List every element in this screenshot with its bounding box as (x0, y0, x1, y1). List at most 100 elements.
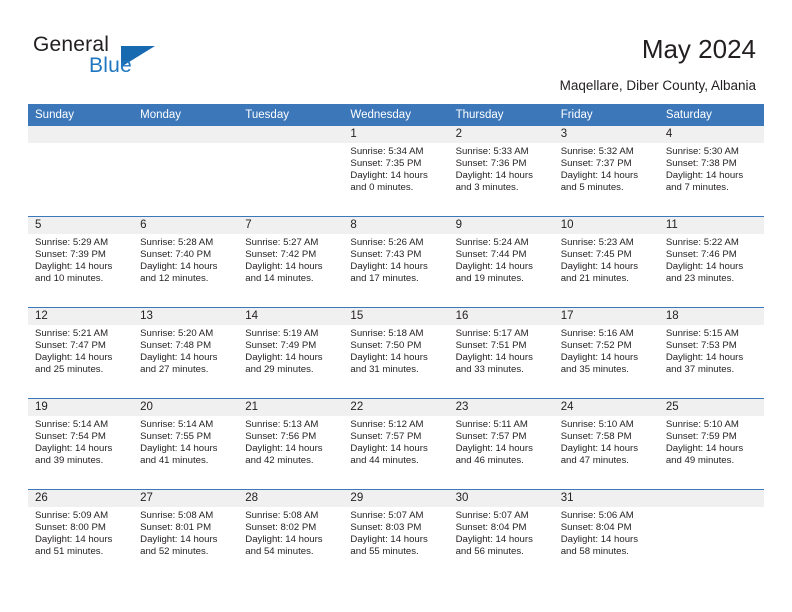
calendar-day-cell[interactable]: 11 Sunrise: 5:22 AM Sunset: 7:46 PM Dayligh… (658, 216, 764, 308)
calendar-day-cell[interactable]: 8 Sunrise: 5:26 AM Sunset: 7:43 PM Daylight… (343, 216, 449, 308)
calendar-day-cell[interactable]: 4 Sunrise: 5:30 AM Sunset: 7:38 PM Daylight… (658, 126, 764, 217)
day-detail-sunrise: Sunrise: 5:20 AM (140, 328, 214, 339)
day-detail-daylight2: and 54 minutes. (245, 546, 314, 558)
day-number: 18 (658, 308, 764, 325)
day-cell-inner: 6 Sunrise: 5:28 AM Sunset: 7:40 PM Daylight… (133, 217, 239, 307)
day-detail-sunset: Sunset: 8:04 PM (560, 522, 632, 534)
day-detail-sunset: Sunset: 7:57 PM (350, 431, 422, 443)
day-details: Sunrise: 5:28 AM Sunset: 7:40 PM Daylight:… (133, 234, 238, 285)
calendar-day-cell[interactable]: 6 Sunrise: 5:28 AM Sunset: 7:40 PM Daylight… (133, 216, 239, 308)
day-cell-inner: 20 Sunrise: 5:14 AM Sunset: 7:55 PM Dayligh… (133, 399, 239, 489)
day-number: 10 (553, 217, 659, 234)
calendar-day-cell[interactable]: 23 Sunrise: 5:11 AM Sunset: 7:57 PM Dayligh… (448, 398, 554, 490)
day-number: 17 (553, 308, 659, 325)
day-number: 28 (238, 490, 344, 507)
day-detail-sunset: Sunset: 7:55 PM (140, 431, 212, 443)
calendar-day-cell[interactable]: 13 Sunrise: 5:20 AM Sunset: 7:48 PM Dayligh… (133, 307, 239, 399)
calendar-day-cell[interactable]: 18 Sunrise: 5:15 AM Sunset: 7:53 PM Dayligh… (658, 307, 764, 399)
calendar-day-cell[interactable]: 1 Sunrise: 5:34 AM Sunset: 7:35 PM Daylight… (343, 126, 449, 217)
day-details: Sunrise: 5:07 AM Sunset: 8:03 PM Daylight:… (343, 507, 448, 558)
day-details: Sunrise: 5:11 AM Sunset: 7:57 PM Daylight:… (449, 416, 554, 467)
day-detail-daylight1: Daylight: 14 hours (35, 261, 113, 273)
day-detail-daylight1: Daylight: 14 hours (560, 352, 639, 364)
day-detail-sunrise: Sunrise: 5:33 AM (455, 146, 529, 157)
day-detail-daylight2: and 7 minutes. (665, 182, 729, 194)
page-subtitle: Maqellare, Diber County, Albania (559, 78, 756, 93)
calendar-day-cell[interactable]: 2 Sunrise: 5:33 AM Sunset: 7:36 PM Daylight… (448, 126, 554, 217)
calendar-day-cell[interactable]: 19 Sunrise: 5:14 AM Sunset: 7:54 PM Dayligh… (28, 398, 134, 490)
page-header: General Blue May 2024 Maqellare, Diber C… (0, 0, 792, 100)
day-cell-inner: 1 Sunrise: 5:34 AM Sunset: 7:35 PM Daylight… (343, 126, 449, 216)
day-detail-sunrise: Sunrise: 5:32 AM (560, 146, 634, 157)
calendar-day-cell[interactable]: 12 Sunrise: 5:21 AM Sunset: 7:47 PM Dayligh… (28, 307, 134, 399)
day-details: Sunrise: 5:10 AM Sunset: 7:58 PM Daylight:… (554, 416, 659, 467)
day-detail-daylight1: Daylight: 14 hours (665, 170, 744, 182)
day-cell-inner: 16 Sunrise: 5:17 AM Sunset: 7:51 PM Dayligh… (448, 308, 554, 398)
calendar-day-cell[interactable]: 25 Sunrise: 5:10 AM Sunset: 7:59 PM Dayligh… (658, 398, 764, 490)
day-number: 19 (28, 399, 134, 416)
calendar-day-cell[interactable]: 10 Sunrise: 5:23 AM Sunset: 7:45 PM Dayligh… (553, 216, 659, 308)
day-cell-inner: 10 Sunrise: 5:23 AM Sunset: 7:45 PM Dayligh… (553, 217, 659, 307)
calendar-day-cell[interactable]: 22 Sunrise: 5:12 AM Sunset: 7:57 PM Dayligh… (343, 398, 449, 490)
day-number: 3 (553, 126, 659, 143)
day-detail-sunrise: Sunrise: 5:22 AM (665, 237, 739, 248)
calendar-day-cell[interactable]: 29 Sunrise: 5:07 AM Sunset: 8:03 PM Dayligh… (343, 489, 449, 580)
day-detail-daylight2: and 58 minutes. (560, 546, 629, 558)
day-number: 1 (343, 126, 449, 143)
day-detail-daylight1: Daylight: 14 hours (245, 534, 323, 546)
calendar-day-cell[interactable]: 15 Sunrise: 5:18 AM Sunset: 7:50 PM Dayligh… (343, 307, 449, 399)
day-details: Sunrise: 5:06 AM Sunset: 8:04 PM Daylight:… (554, 507, 659, 558)
day-number: 22 (343, 399, 449, 416)
day-number: 20 (133, 399, 239, 416)
calendar-day-cell[interactable]: 14 Sunrise: 5:19 AM Sunset: 7:49 PM Dayligh… (238, 307, 344, 399)
weekday-header-tuesday: Tuesday (238, 104, 344, 126)
calendar-day-cell[interactable]: 16 Sunrise: 5:17 AM Sunset: 7:51 PM Dayligh… (448, 307, 554, 399)
calendar-day-cell[interactable]: 9 Sunrise: 5:24 AM Sunset: 7:44 PM Daylight… (448, 216, 554, 308)
calendar-week-row: 5 Sunrise: 5:29 AM Sunset: 7:39 PM Daylight… (28, 216, 764, 308)
day-details: Sunrise: 5:17 AM Sunset: 7:51 PM Daylight:… (449, 325, 554, 376)
day-details: Sunrise: 5:34 AM Sunset: 7:35 PM Daylight:… (343, 143, 448, 194)
day-cell-inner: 9 Sunrise: 5:24 AM Sunset: 7:44 PM Daylight… (448, 217, 554, 307)
day-detail-daylight1: Daylight: 14 hours (35, 352, 113, 364)
general-blue-logo: General Blue (33, 33, 183, 85)
day-detail-daylight2: and 37 minutes. (665, 364, 735, 376)
day-detail-sunset: Sunset: 8:00 PM (35, 522, 106, 534)
day-cell-inner: 31 Sunrise: 5:06 AM Sunset: 8:04 PM Dayligh… (553, 490, 659, 580)
calendar-day-cell[interactable]: 20 Sunrise: 5:14 AM Sunset: 7:55 PM Dayligh… (133, 398, 239, 490)
day-details: Sunrise: 5:23 AM Sunset: 7:45 PM Daylight:… (554, 234, 659, 285)
calendar-day-cell[interactable]: 27 Sunrise: 5:08 AM Sunset: 8:01 PM Dayligh… (133, 489, 239, 580)
day-detail-daylight2: and 39 minutes. (35, 455, 104, 467)
day-detail-daylight1: Daylight: 14 hours (350, 443, 428, 455)
day-detail-daylight2: and 44 minutes. (350, 455, 419, 467)
day-detail-daylight2: and 5 minutes. (560, 182, 624, 194)
day-cell-inner (28, 126, 134, 216)
calendar-day-cell[interactable]: 26 Sunrise: 5:09 AM Sunset: 8:00 PM Dayligh… (28, 489, 134, 580)
day-detail-daylight2: and 12 minutes. (140, 273, 209, 285)
day-detail-sunrise: Sunrise: 5:26 AM (350, 237, 424, 248)
calendar-day-cell[interactable]: 24 Sunrise: 5:10 AM Sunset: 7:58 PM Dayligh… (553, 398, 659, 490)
day-detail-daylight2: and 55 minutes. (350, 546, 419, 558)
day-detail-daylight1: Daylight: 14 hours (665, 443, 744, 455)
calendar-day-cell[interactable]: 28 Sunrise: 5:08 AM Sunset: 8:02 PM Dayligh… (238, 489, 344, 580)
day-detail-daylight1: Daylight: 14 hours (350, 261, 428, 273)
day-detail-sunrise: Sunrise: 5:23 AM (560, 237, 634, 248)
calendar-day-cell[interactable]: 17 Sunrise: 5:16 AM Sunset: 7:52 PM Dayligh… (553, 307, 659, 399)
day-detail-sunset: Sunset: 7:53 PM (665, 340, 737, 352)
calendar-day-cell[interactable]: 31 Sunrise: 5:06 AM Sunset: 8:04 PM Dayligh… (553, 489, 659, 580)
day-detail-sunset: Sunset: 7:51 PM (455, 340, 527, 352)
calendar-day-cell[interactable]: 30 Sunrise: 5:07 AM Sunset: 8:04 PM Dayligh… (448, 489, 554, 580)
day-detail-daylight1: Daylight: 14 hours (245, 352, 323, 364)
calendar-day-cell[interactable]: 21 Sunrise: 5:13 AM Sunset: 7:56 PM Dayligh… (238, 398, 344, 490)
calendar-day-cell[interactable]: 7 Sunrise: 5:27 AM Sunset: 7:42 PM Daylight… (238, 216, 344, 308)
calendar-day-cell[interactable]: 3 Sunrise: 5:32 AM Sunset: 7:37 PM Daylight… (553, 126, 659, 217)
day-cell-inner: 27 Sunrise: 5:08 AM Sunset: 8:01 PM Dayligh… (133, 490, 239, 580)
day-detail-daylight1: Daylight: 14 hours (560, 261, 639, 273)
day-detail-daylight1: Daylight: 14 hours (455, 352, 533, 364)
calendar-day-cell[interactable]: 5 Sunrise: 5:29 AM Sunset: 7:39 PM Daylight… (28, 216, 134, 308)
weekday-header-friday: Friday (553, 104, 659, 126)
day-detail-daylight2: and 51 minutes. (35, 546, 104, 558)
day-details: Sunrise: 5:14 AM Sunset: 7:55 PM Daylight:… (133, 416, 238, 467)
day-details: Sunrise: 5:07 AM Sunset: 8:04 PM Daylight:… (449, 507, 554, 558)
day-cell-inner: 19 Sunrise: 5:14 AM Sunset: 7:54 PM Dayligh… (28, 399, 134, 489)
day-detail-daylight2: and 19 minutes. (455, 273, 524, 285)
